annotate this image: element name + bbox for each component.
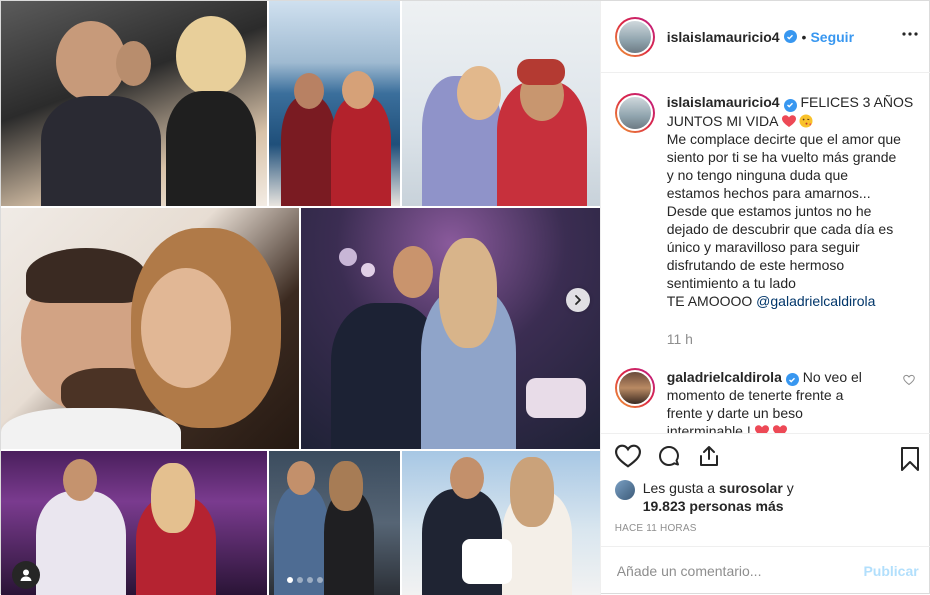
carousel-dot xyxy=(297,577,303,583)
likes-summary[interactable]: Les gusta a surosolar y 19.823 personas … xyxy=(614,479,915,515)
post-sidebar: islaislamauricio4 • Seguir islaislamauri… xyxy=(599,1,930,595)
caption-text-line: disfrutando de este hermoso xyxy=(666,256,845,273)
bookmark-icon[interactable] xyxy=(899,446,921,475)
header-separator: • xyxy=(801,28,807,45)
follow-button[interactable]: Seguir xyxy=(810,29,854,45)
caption-author-avatar[interactable] xyxy=(614,93,655,133)
likes-count[interactable]: 19.823 personas más xyxy=(643,498,784,514)
add-comment-bar: Publicar xyxy=(600,546,930,595)
comment-input[interactable] xyxy=(616,563,864,579)
carousel-dot xyxy=(307,577,313,583)
post-header: islaislamauricio4 • Seguir xyxy=(600,1,930,73)
caption-text-line: Me complace decirte que el amor que xyxy=(666,130,901,147)
caption-timestamp[interactable]: 11 h xyxy=(667,330,915,348)
carousel-dot xyxy=(317,577,323,583)
carousel-dot xyxy=(287,577,293,583)
comment-text-line: No veo el xyxy=(802,368,862,385)
carousel-indicator xyxy=(287,577,323,583)
author-username[interactable]: islaislamauricio4 xyxy=(667,29,780,45)
caption-text-line: estamos hechos para amarnos... xyxy=(666,184,871,201)
user-tag-icon xyxy=(19,568,33,582)
comment-text-line: frente y darte un beso xyxy=(666,405,803,421)
heart-icon[interactable] xyxy=(614,444,641,468)
caption-text-line: dejado de descubrir que cada día es xyxy=(666,220,894,237)
comment-text-line: momento de tenerte frente a xyxy=(666,387,844,403)
caption-text-line: TE AMOOOO xyxy=(666,292,753,309)
caption-text-line: JUNTOS MI VIDA xyxy=(666,112,778,129)
likes-conjunction: y xyxy=(786,480,794,496)
red-heart-emoji-icon xyxy=(781,113,800,129)
caption-text-line: sentimiento a tu lado xyxy=(666,274,796,291)
red-heart-emoji-icon xyxy=(772,423,787,433)
collage-photo-boat xyxy=(269,1,400,206)
tagged-users-button[interactable] xyxy=(12,561,40,589)
red-heart-emoji-icon xyxy=(754,423,769,433)
caption-text-line: FELICES 3 AÑOS xyxy=(800,94,914,110)
collage-photo-closeup xyxy=(1,208,299,449)
post-actions-bar xyxy=(600,433,930,477)
likes-prefix: Les gusta a xyxy=(642,480,716,496)
caption: islaislamauricio4 FELICES 3 AÑOS JUNTOS … xyxy=(614,93,915,348)
author-avatar[interactable] xyxy=(614,16,655,57)
comments-section[interactable]: islaislamauricio4 FELICES 3 AÑOS JUNTOS … xyxy=(601,73,930,433)
liker-avatar[interactable] xyxy=(614,480,635,500)
collage-photo-terrace xyxy=(269,451,400,595)
collage-photo-cake xyxy=(402,451,600,595)
chevron-right-icon xyxy=(572,294,584,306)
share-icon[interactable] xyxy=(697,444,721,468)
comment-icon[interactable] xyxy=(657,444,681,468)
collage-photo-restaurant xyxy=(1,1,267,206)
verified-badge-icon xyxy=(783,30,797,43)
comment-item: galadrielcaldirola No veo el momento de … xyxy=(614,367,915,433)
comment-like-heart-icon[interactable] xyxy=(902,373,915,389)
collage-photo-party xyxy=(301,208,600,449)
commenter-username[interactable]: galadrielcaldirola xyxy=(667,369,782,385)
post-timestamp[interactable]: HACE 11 HORAS xyxy=(615,523,697,534)
more-options-icon[interactable] xyxy=(901,25,919,46)
verified-badge-icon xyxy=(783,98,797,112)
collage-photo-club xyxy=(1,451,267,595)
post-container: islaislamauricio4 • Seguir islaislamauri… xyxy=(0,0,930,595)
publish-button[interactable]: Publicar xyxy=(863,563,918,579)
commenter-avatar[interactable] xyxy=(614,367,655,408)
caption-text-line: y no tengo ninguna duda que xyxy=(666,166,849,183)
verified-badge-icon xyxy=(785,373,799,386)
carousel-next-button[interactable] xyxy=(566,288,590,312)
collage-photo-ski xyxy=(402,1,600,206)
caption-username[interactable]: islaislamauricio4 xyxy=(667,94,780,110)
kiss-emoji-icon xyxy=(799,113,813,129)
post-media-collage[interactable] xyxy=(1,1,600,595)
caption-mention-link[interactable]: @galadrielcaldirola xyxy=(756,293,875,309)
comment-text-line: interminable ! xyxy=(666,423,751,433)
caption-text-line: único y maravilloso para seguir xyxy=(666,238,860,255)
caption-text-line: siento por ti se ha vuelto más grande xyxy=(666,148,897,165)
liker-username[interactable]: surosolar xyxy=(719,480,783,496)
caption-text-line: Desde que estamos juntos no he xyxy=(666,202,872,219)
